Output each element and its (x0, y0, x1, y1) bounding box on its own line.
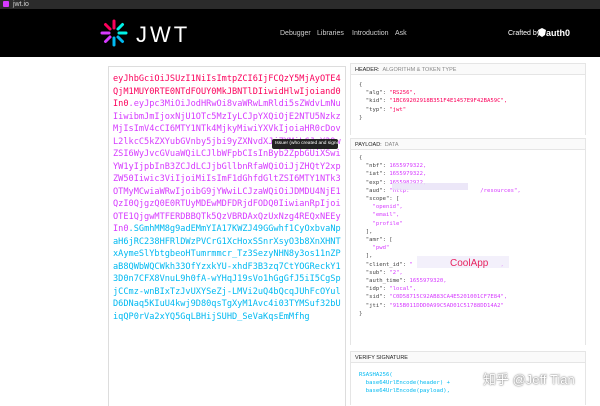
verify-section-label: VERIFY SIGNATURE (355, 355, 408, 361)
verify-code[interactable]: RSASHA256( base64UrlEncode(header) + bas… (359, 371, 450, 396)
favicon-icon (3, 1, 9, 7)
encoded-token-panel[interactable]: eyJhbGciOiJSUzI1NiIsImtpZCI6IjFCQzY5MjAy… (108, 66, 346, 406)
payload-aud-suffix: /resources (480, 187, 514, 194)
zhihu-watermark: 知乎 @Jeff Tian (483, 372, 575, 387)
payload-sid: C0D58715C92AB83CA4E5201001CF7E84 (392, 294, 501, 301)
auth0-brand[interactable]: auth0 (538, 27, 570, 39)
verify-algo: RSASHA256( (359, 372, 393, 378)
decoded-header-body[interactable]: { "alg": "RS256", "kid": "1BC69202918B35… (350, 75, 586, 135)
payload-idp: local (392, 286, 410, 293)
scope-item: email (375, 212, 393, 219)
header-json[interactable]: { "alg": "RS256", "kid": "1BC69202918B35… (359, 81, 507, 122)
logo-text[interactable]: JWT (136, 23, 190, 47)
payload-auth-time: 1655979320 (409, 278, 444, 285)
nav-ask[interactable]: Ask (395, 29, 407, 38)
payload-json[interactable]: { "nbf": 1655979322, "iat": 1655979322, … (359, 154, 521, 318)
client-id-overlay: CoolApp (450, 258, 489, 269)
header-alg: RS256 (392, 90, 410, 97)
payload-section-sublabel: DATA (384, 142, 399, 148)
payload-section-label: PAYLOAD: (355, 142, 382, 148)
header-typ: jwt (392, 106, 403, 113)
issuer-tooltip: Issuer (who created and signed this toke… (272, 139, 338, 149)
crafted-by-label: Crafted by (508, 30, 541, 37)
decoded-payload-title[interactable]: PAYLOAD: DATA (350, 138, 586, 150)
payload-sub: 2 (392, 269, 397, 276)
payload-jti: 915B011DDD0A99C5AD01C51788DD14A2 (392, 302, 501, 309)
encoded-token-text[interactable]: eyJhbGciOiJSUzI1NiIsImtpZCI6IjFCQzY5MjAy… (113, 73, 341, 323)
payload-nbf: 1655979322 (389, 163, 423, 170)
amr-item: pwd (375, 245, 386, 252)
browser-tab-title[interactable]: jwt.io (13, 0, 29, 9)
jwt-logo-icon[interactable] (100, 19, 128, 47)
auth0-label: auth0 (546, 28, 571, 38)
site-header: JWT Debugger Libraries Introduction Ask … (0, 9, 600, 57)
scope-item: openid (375, 204, 397, 211)
payload-iat: 1655979322 (389, 171, 423, 178)
decoded-header-title[interactable]: HEADER: ALGORITHM & TOKEN TYPE (350, 63, 586, 75)
browser-tab-bar: jwt.io (0, 0, 600, 9)
nav-libraries[interactable]: Libraries (317, 29, 344, 38)
verify-signature-title[interactable]: VERIFY SIGNATURE (350, 351, 586, 363)
token-signature-part: SGmhMM8g9adEMmYIA17KWZJ49GGwhf1CyOxbvaNp… (113, 224, 341, 322)
nav-introduction[interactable]: Introduction (352, 29, 389, 38)
token-payload-part: eyJpc3MiOiJodHRwOi8vaWRwLmRldi5sZWdvLmNu… (113, 99, 341, 234)
decoded-payload-body[interactable]: { "nbf": 1655979322, "iat": 1655979322, … (350, 150, 586, 345)
nav-debugger[interactable]: Debugger (280, 29, 311, 38)
header-section-sublabel: ALGORITHM & TOKEN TYPE (382, 67, 457, 73)
scope-item: profile (375, 220, 400, 227)
auth0-shield-icon (538, 28, 546, 37)
verify-line-header: base64UrlEncode(header) + (365, 380, 450, 387)
redaction-blur-aud (392, 183, 468, 190)
verify-line-payload: base64UrlEncode(payload), (365, 388, 450, 395)
payload-client-id-prefix: " (409, 261, 413, 268)
header-kid: 1BC69202918B351F4E1457E9F42BA59C (392, 98, 501, 105)
header-section-label: HEADER: (355, 67, 380, 73)
